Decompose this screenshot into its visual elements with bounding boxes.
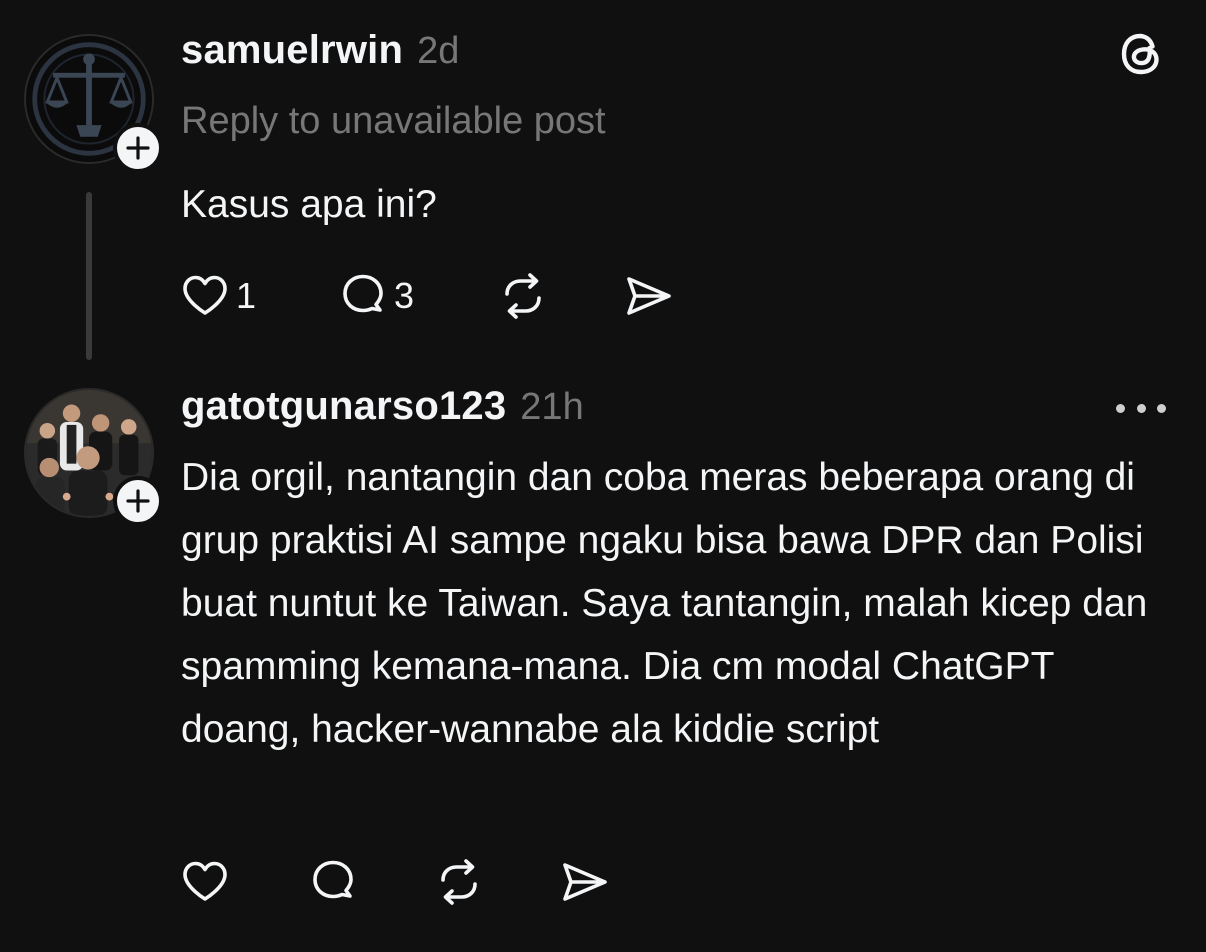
reply-button[interactable]: 3	[336, 268, 414, 324]
comment-icon	[313, 860, 353, 899]
dot	[1116, 403, 1125, 413]
plus-icon	[126, 489, 150, 513]
heart-icon	[183, 275, 227, 315]
repost-button[interactable]	[496, 268, 550, 324]
repost-icon	[505, 273, 541, 319]
plus-icon	[126, 136, 150, 160]
thread-line	[86, 192, 92, 360]
post-text: Kasus apa ini?	[181, 183, 437, 226]
share-button[interactable]	[558, 854, 612, 910]
comment-icon	[343, 274, 383, 313]
post-samuelrwin: samuelrwin 2d Reply to unavailable post …	[0, 0, 1206, 380]
dot	[1136, 403, 1146, 413]
send-icon	[627, 277, 671, 315]
username[interactable]: gatotgunarso123	[181, 384, 506, 429]
dot	[1157, 403, 1166, 413]
threads-logo-icon[interactable]	[1116, 28, 1168, 80]
repost-icon	[441, 859, 477, 905]
action-bar: 1 3	[178, 268, 738, 324]
reply-context[interactable]: Reply to unavailable post	[181, 100, 606, 143]
repost-button[interactable]	[432, 854, 486, 910]
follow-button[interactable]	[113, 476, 163, 526]
username[interactable]: samuelrwin	[181, 28, 403, 73]
like-button[interactable]	[178, 854, 232, 910]
reply-button[interactable]	[306, 854, 360, 910]
timestamp: 21h	[520, 386, 584, 428]
action-bar	[178, 854, 738, 910]
send-icon	[563, 863, 607, 901]
more-options-icon[interactable]	[1116, 400, 1166, 416]
reply-count: 3	[394, 275, 415, 316]
post-text: Dia orgil, nantangin dan coba meras bebe…	[181, 456, 1148, 751]
like-button[interactable]: 1	[178, 268, 256, 324]
post-gatotgunarso123: gatotgunarso123 21h Dia orgil, nantangin…	[0, 380, 1206, 952]
heart-icon	[183, 861, 227, 901]
timestamp: 2d	[417, 30, 460, 72]
follow-button[interactable]	[113, 123, 163, 173]
share-button[interactable]	[622, 268, 676, 324]
post-header: gatotgunarso123 21h	[181, 384, 584, 429]
post-header: samuelrwin 2d	[181, 28, 459, 73]
like-count: 1	[236, 275, 257, 316]
